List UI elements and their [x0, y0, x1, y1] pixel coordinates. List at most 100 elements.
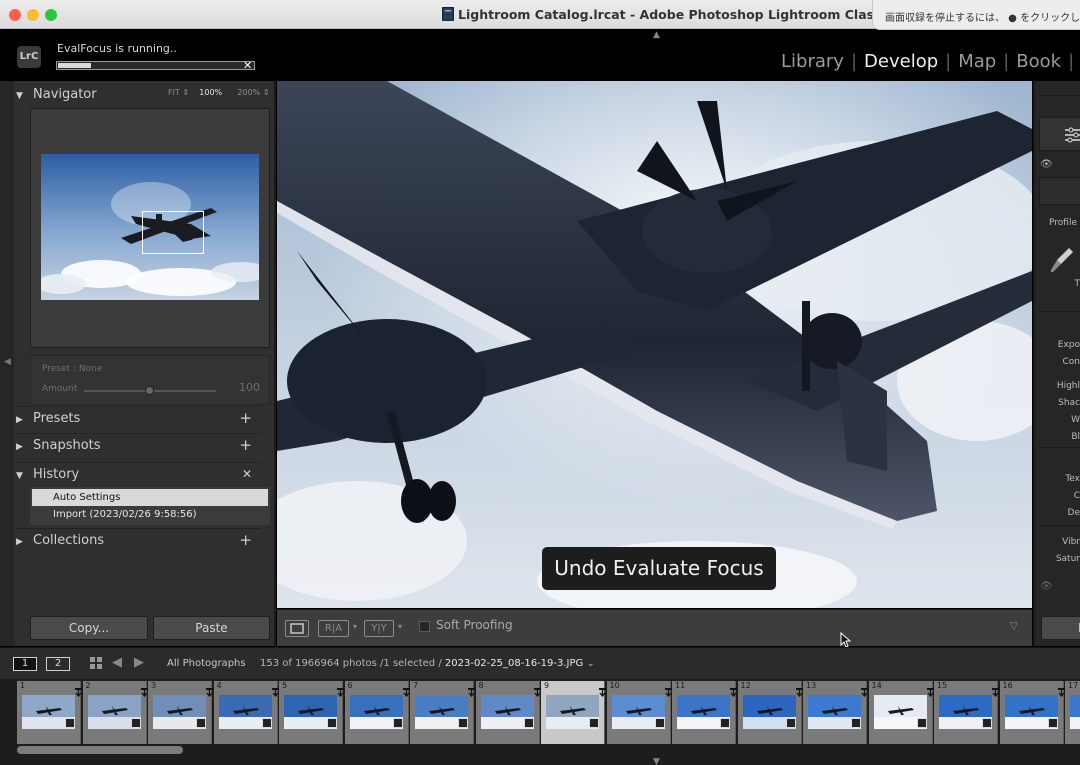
develop-badge-icon	[468, 683, 475, 698]
filmstrip-thumbnail[interactable]: 10	[606, 681, 672, 744]
module-book[interactable]: Book	[1016, 51, 1061, 72]
activity-progress-fill	[58, 63, 91, 68]
preset-label: Preset : None	[42, 364, 103, 374]
add-snapshot-icon[interactable]: +	[239, 434, 252, 457]
zoom-fit[interactable]: FIT ⇕	[168, 88, 189, 97]
filmstrip-thumbnail[interactable]: 2	[82, 681, 148, 744]
thumbnail-number: 10	[609, 681, 620, 690]
reset-button[interactable]: F	[1041, 616, 1080, 640]
collapse-left-panel-icon[interactable]: ◀	[4, 357, 11, 367]
clear-history-icon[interactable]: ✕	[242, 463, 252, 486]
edit-tab[interactable]	[1039, 117, 1080, 151]
close-window-button[interactable]	[9, 9, 21, 21]
swap-dropdown-icon[interactable]: ▾	[398, 622, 402, 631]
before-after-dropdown-icon[interactable]: ▾	[353, 622, 357, 631]
sliders-icon	[1064, 126, 1080, 144]
vibrance-label: Vibr	[1062, 537, 1080, 547]
amount-slider-knob[interactable]	[145, 386, 154, 395]
filmstrip-scrollbar[interactable]	[17, 746, 183, 754]
highlights-label: Highl	[1056, 381, 1080, 391]
filmstrip-thumbnail[interactable]: 6	[344, 681, 410, 744]
filmstrip-status[interactable]: 153 of 1966964 photos /1 selected / 2023…	[260, 658, 595, 669]
history-header[interactable]: ▼ History ✕	[16, 462, 260, 486]
edited-icon	[523, 718, 534, 728]
filmstrip-thumbnail[interactable]: 1	[17, 681, 82, 744]
bottom-panel-toggle-icon[interactable]: ▼	[653, 757, 660, 765]
minimize-window-button[interactable]	[27, 9, 39, 21]
develop-badge-icon	[402, 683, 410, 698]
develop-badge-icon	[861, 683, 868, 698]
navigator-focus-rectangle[interactable]	[142, 211, 204, 254]
filmstrip-thumbnail[interactable]: 11	[672, 681, 737, 744]
thumbnail-number: 5	[282, 681, 288, 690]
paste-settings-button[interactable]: Paste	[153, 616, 270, 640]
eye-icon[interactable]: 👁	[1040, 581, 1053, 592]
module-separator: |	[945, 51, 952, 72]
filmstrip-thumbnail[interactable]: 9	[541, 681, 606, 744]
add-preset-icon[interactable]: +	[239, 407, 252, 430]
previous-photo-icon[interactable]: ◀	[112, 655, 122, 670]
loupe-view-button[interactable]	[285, 620, 309, 637]
history-item[interactable]: Import (2023/02/26 9:58:56)	[32, 506, 268, 523]
thumbnail-number: 16	[1002, 681, 1013, 690]
top-panel-toggle-icon[interactable]: ▲	[653, 30, 660, 40]
thumbnail-number: 2	[85, 681, 91, 690]
main-monitor-button[interactable]: 1	[13, 657, 37, 671]
edited-icon	[720, 718, 730, 728]
develop-badge-icon	[337, 683, 344, 698]
thumbnail-number: 4	[216, 681, 222, 690]
eyedropper-icon[interactable]	[1049, 246, 1075, 274]
photo-count: 153 of 1966964 photos /1 selected /	[260, 658, 442, 669]
filename-dropdown-icon[interactable]: ⌄	[586, 658, 594, 669]
filmstrip-thumbnail[interactable]: 16	[999, 681, 1065, 744]
mouse-cursor-icon	[840, 632, 852, 648]
toolbar-menu-icon[interactable]: ▽	[1010, 621, 1018, 632]
next-photo-icon[interactable]: ▶	[134, 655, 144, 670]
clarity-label: C	[1073, 491, 1080, 501]
develop-badge-icon	[926, 683, 934, 698]
module-develop[interactable]: Develop	[864, 51, 938, 72]
filmstrip-thumbnail[interactable]: 7	[410, 681, 475, 744]
secondary-monitor-button[interactable]: 2	[46, 657, 70, 671]
presets-header[interactable]: ▶ Presets +	[16, 406, 260, 430]
thumbnail-number: 11	[675, 681, 686, 690]
zoom-window-button[interactable]	[45, 9, 57, 21]
filmstrip-thumbnail[interactable]: 17	[1065, 681, 1080, 744]
snapshots-header[interactable]: ▶ Snapshots +	[16, 433, 260, 457]
cancel-task-icon[interactable]: ✕	[243, 60, 252, 71]
filmstrip-thumbnail[interactable]: 3	[148, 681, 213, 744]
copy-settings-button[interactable]: Copy...	[30, 616, 148, 640]
filmstrip-thumbnail[interactable]: 14	[868, 681, 934, 744]
filmstrip-thumbnail[interactable]: 13	[803, 681, 868, 744]
zoom-200[interactable]: 200% ⇕	[237, 88, 269, 97]
blacks-label: Bl	[1071, 432, 1080, 442]
filmstrip-thumbnail[interactable]: 4	[213, 681, 279, 744]
edited-icon	[982, 718, 992, 728]
screen-recording-notice[interactable]: 画面収録を停止するには、 ● をクリックし	[872, 0, 1080, 30]
collections-header[interactable]: ▶ Collections +	[16, 528, 260, 552]
develop-badge-icon	[1057, 683, 1065, 698]
develop-badge-icon	[140, 683, 148, 698]
soft-proofing-checkbox[interactable]	[419, 621, 430, 632]
filmstrip-thumbnail[interactable]: 12	[737, 681, 803, 744]
filmstrip-source[interactable]: All Photographs	[167, 658, 246, 669]
grid-view-icon[interactable]	[90, 657, 103, 670]
develop-badge-icon	[533, 683, 541, 698]
before-after-swap-button[interactable]: Y|Y	[364, 620, 394, 637]
before-after-button[interactable]: R|A	[318, 620, 349, 637]
temp-label: T	[1074, 279, 1080, 289]
thumbnail-number: 9	[544, 681, 550, 690]
filmstrip-thumbnail[interactable]: 15	[934, 681, 999, 744]
contrast-label: Con	[1062, 357, 1080, 367]
thumbnail-number: 15	[937, 681, 948, 690]
zoom-100[interactable]: 100%	[199, 88, 222, 97]
filmstrip-thumbnail[interactable]: 5	[279, 681, 344, 744]
filmstrip-thumbnail[interactable]: 8	[475, 681, 541, 744]
module-map[interactable]: Map	[958, 51, 996, 72]
main-photo-view[interactable]	[277, 81, 1032, 608]
history-item[interactable]: Auto Settings	[32, 489, 268, 506]
add-collection-icon[interactable]: +	[239, 529, 252, 552]
eye-icon[interactable]: 👁	[1040, 159, 1053, 170]
edited-icon	[392, 718, 403, 728]
module-library[interactable]: Library	[781, 51, 844, 72]
